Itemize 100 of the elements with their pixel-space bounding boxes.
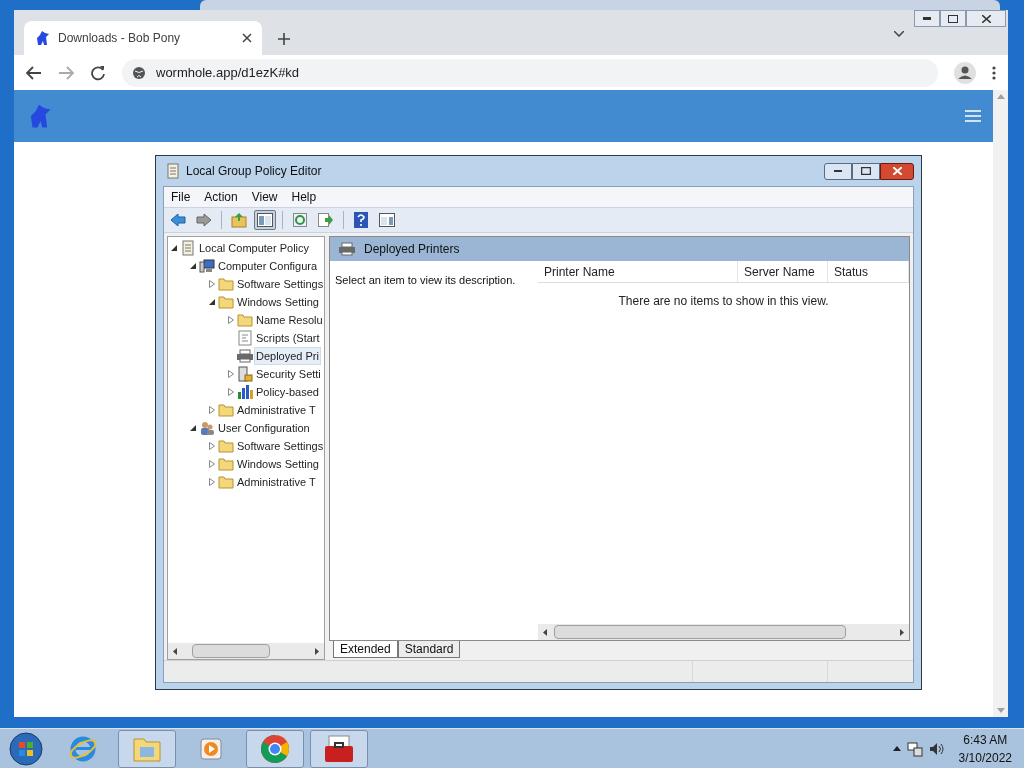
- printer-icon: [338, 242, 356, 256]
- close-icon: [892, 167, 902, 175]
- tree-item[interactable]: User Configuration: [216, 418, 312, 438]
- folder-icon: [218, 475, 234, 489]
- reload-icon[interactable]: [90, 64, 106, 81]
- expand-triangle-icon[interactable]: [208, 442, 215, 450]
- toolbar-button[interactable]: [376, 210, 398, 230]
- refresh-icon: [293, 213, 307, 227]
- view-tab[interactable]: Standard: [397, 641, 461, 658]
- menu-item[interactable]: View: [247, 188, 282, 206]
- tree-item[interactable]: Administrative T: [235, 400, 318, 420]
- tree-item[interactable]: Windows Setting: [235, 454, 321, 474]
- view-tab[interactable]: Extended: [333, 641, 398, 658]
- collapse-triangle-icon[interactable]: [208, 299, 215, 305]
- tree-item[interactable]: Administrative T: [235, 472, 318, 492]
- expand-triangle-icon[interactable]: [227, 388, 234, 396]
- tree-item[interactable]: Security Setti: [254, 364, 323, 384]
- expand-triangle-icon[interactable]: [208, 280, 215, 288]
- computer-icon: [199, 258, 215, 274]
- menu-item[interactable]: Action: [200, 188, 242, 206]
- server-lock-icon: [237, 366, 253, 382]
- expand-triangle-icon[interactable]: [227, 370, 234, 378]
- toolbar-button[interactable]: [254, 210, 276, 230]
- page-scrollbar[interactable]: [993, 90, 1008, 717]
- horizontal-scrollbar[interactable]: [538, 624, 909, 640]
- column-header[interactable]: Server Name: [738, 261, 828, 282]
- collapse-triangle-icon[interactable]: [189, 263, 196, 269]
- expand-triangle-icon[interactable]: [208, 460, 215, 468]
- tree-item[interactable]: Name Resolu: [254, 310, 325, 330]
- collapse-triangle-icon[interactable]: [189, 425, 196, 431]
- tree-item[interactable]: Computer Configura: [216, 256, 320, 276]
- scroll-document-icon: [181, 240, 195, 256]
- menu-dots-icon[interactable]: [992, 65, 996, 80]
- folder-icon: [237, 313, 253, 327]
- bar-chart-icon: [237, 384, 253, 400]
- console-tree-icon: [257, 213, 273, 227]
- tree-item[interactable]: Deployed Pri: [254, 346, 321, 366]
- show-hidden-icons-icon[interactable]: [892, 746, 901, 751]
- browser-tab[interactable]: Downloads - Bob Pony: [24, 21, 262, 55]
- pony-logo-icon: [34, 30, 50, 46]
- tree-item[interactable]: Windows Setting: [235, 292, 321, 312]
- maximize-button[interactable]: [852, 162, 880, 180]
- close-icon: [981, 14, 991, 23]
- close-icon[interactable]: [242, 33, 252, 43]
- forward-arrow-icon: [196, 213, 212, 227]
- scrollbar-thumb[interactable]: [554, 625, 846, 639]
- close-button[interactable]: [966, 10, 1006, 27]
- window-title: Local Group Policy Editor: [186, 163, 323, 180]
- folder-icon: [218, 295, 234, 309]
- folder-icon: [218, 403, 234, 417]
- taskbar-button[interactable]: [310, 729, 368, 768]
- restore-button[interactable]: [940, 10, 966, 27]
- column-header[interactable]: Status: [828, 261, 909, 282]
- tree-item[interactable]: Scripts (Start: [254, 328, 322, 348]
- minimize-icon: [834, 170, 842, 172]
- scroll-right-icon[interactable]: [900, 628, 904, 636]
- export-list-icon: [318, 213, 334, 227]
- users-icon: [199, 420, 215, 436]
- windows-orb-icon: [9, 731, 43, 766]
- script-document-icon: [238, 330, 252, 346]
- horizontal-scrollbar[interactable]: [168, 643, 324, 659]
- profile-avatar-icon[interactable]: [954, 61, 976, 84]
- new-tab-icon[interactable]: [278, 33, 290, 45]
- tree-item[interactable]: Policy-based: [254, 382, 321, 402]
- tree-item[interactable]: Software Settings: [235, 274, 326, 294]
- action-pane-icon: [379, 213, 395, 227]
- chevron-down-icon[interactable]: [894, 31, 904, 37]
- back-arrow-icon[interactable]: [26, 65, 42, 80]
- menu-item[interactable]: File: [167, 188, 195, 206]
- scroll-down-icon: [996, 708, 1005, 713]
- expand-triangle-icon[interactable]: [208, 478, 215, 486]
- scroll-up-icon: [996, 94, 1005, 99]
- column-header[interactable]: Printer Name: [538, 261, 738, 282]
- chrome-logo-icon: [260, 733, 290, 764]
- pane-title: Deployed Printers: [364, 241, 460, 258]
- printer-icon: [236, 349, 254, 363]
- tree-item[interactable]: Local Computer Policy: [197, 238, 312, 258]
- clock-time[interactable]: 6:43 AM: [963, 730, 1008, 749]
- close-button[interactable]: [880, 162, 914, 180]
- folder-icon: [218, 457, 234, 471]
- menu-icon[interactable]: [965, 110, 981, 122]
- empty-list-message: There are no items to show in this view.: [618, 293, 829, 310]
- menu-item[interactable]: Help: [287, 188, 321, 206]
- folder-up-icon: [231, 212, 247, 228]
- expand-triangle-icon[interactable]: [208, 406, 215, 414]
- tree-item[interactable]: Software Settings: [235, 436, 326, 456]
- scroll-left-icon[interactable]: [543, 628, 547, 636]
- expand-triangle-icon[interactable]: [227, 316, 234, 324]
- toolbox-icon: [323, 733, 355, 764]
- network-icon[interactable]: [906, 740, 923, 757]
- address-bar[interactable]: wormhole.app/d1ezK#kd: [122, 58, 938, 87]
- collapse-triangle-icon[interactable]: [170, 245, 177, 251]
- minimize-button[interactable]: [914, 10, 940, 27]
- url-text: wormhole.app/d1ezK#kd: [156, 63, 300, 82]
- scrollbar-thumb[interactable]: [192, 644, 270, 658]
- minimize-button[interactable]: [824, 162, 852, 180]
- globe-icon: [132, 65, 146, 80]
- clock-date[interactable]: 3/10/2022: [958, 748, 1012, 767]
- scroll-left-icon[interactable]: [173, 647, 177, 655]
- scroll-right-icon[interactable]: [315, 647, 319, 655]
